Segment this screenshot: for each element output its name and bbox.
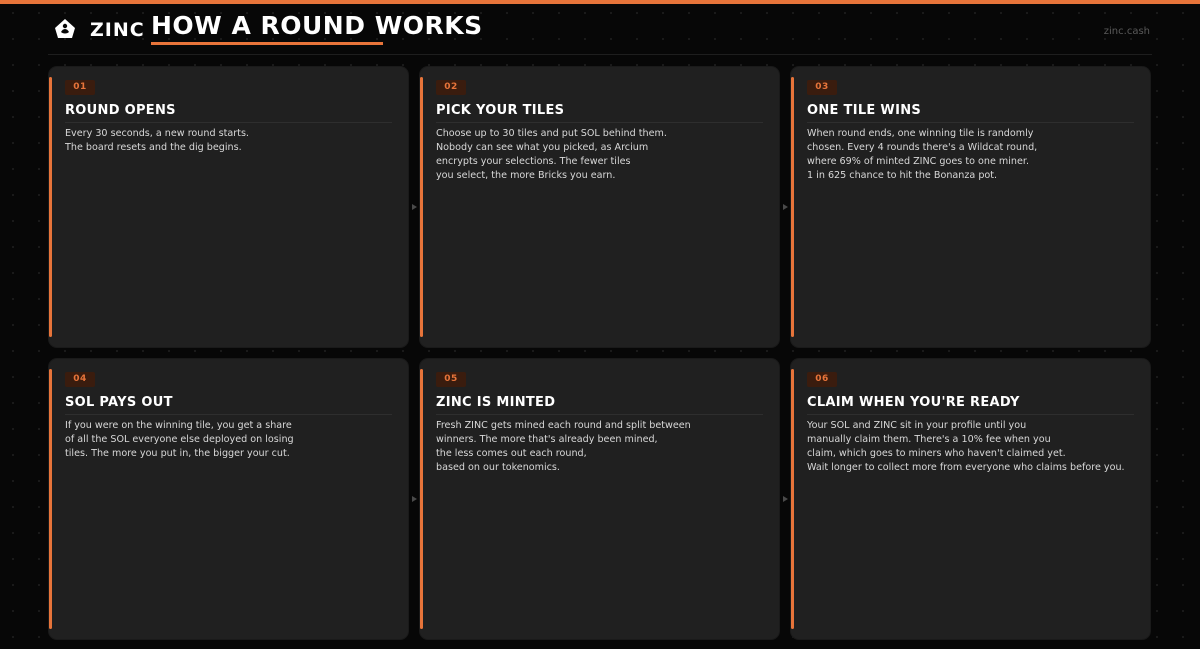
- page-title: HOW A ROUND WORKS: [151, 11, 483, 40]
- brand-name[interactable]: ZINC: [90, 19, 145, 41]
- description-line: Choose up to 30 tiles and put SOL behind…: [436, 128, 667, 139]
- step-number-badge: 01: [65, 80, 95, 95]
- description-line: Every 30 seconds, a new round starts.: [65, 128, 249, 139]
- description-line: If you were on the winning tile, you get…: [65, 420, 292, 431]
- card-accent-bar: [420, 77, 423, 337]
- step-card-5: 05 ZINC IS MINTED Fresh ZINC gets mined …: [420, 359, 779, 639]
- description-line: you select, the more Bricks you earn.: [436, 170, 616, 181]
- step-card-1: 01 ROUND OPENS Every 30 seconds, a new r…: [49, 67, 408, 347]
- step-description: Every 30 seconds, a new round starts. Th…: [65, 127, 249, 155]
- description-line: 1 in 625 chance to hit the Bonanza pot.: [807, 170, 998, 181]
- card-accent-bar: [49, 77, 52, 337]
- divider: [65, 122, 392, 123]
- description-line: manually claim them. There's a 10% fee w…: [807, 434, 1051, 445]
- step-number-badge: 04: [65, 372, 95, 387]
- card-accent-bar: [791, 369, 794, 629]
- step-title: ROUND OPENS: [65, 103, 176, 118]
- arrow-right-icon: [412, 204, 417, 210]
- step-card-4: 04 SOL PAYS OUT If you were on the winni…: [49, 359, 408, 639]
- step-title: ONE TILE WINS: [807, 103, 922, 118]
- description-line: based on our tokenomics.: [436, 462, 560, 473]
- step-card-6: 06 CLAIM WHEN YOU'RE READY Your SOL and …: [791, 359, 1150, 639]
- card-accent-bar: [49, 369, 52, 629]
- description-line: Wait longer to collect more from everyon…: [807, 462, 1125, 473]
- description-line: Your SOL and ZINC sit in your profile un…: [807, 420, 1027, 431]
- divider: [807, 414, 1134, 415]
- description-line: winners. The more that's already been mi…: [436, 434, 658, 445]
- header: ZINC HOW A ROUND WORKS zinc.cash: [48, 4, 1152, 55]
- step-number-badge: 03: [807, 80, 837, 95]
- description-line: tiles. The more you put in, the bigger y…: [65, 448, 290, 459]
- arrow-right-icon: [412, 496, 417, 502]
- description-line: encrypts your selections. The fewer tile…: [436, 156, 631, 167]
- step-description: When round ends, one winning tile is ran…: [807, 127, 1037, 183]
- step-number-badge: 06: [807, 372, 837, 387]
- description-line: Nobody can see what you picked, as Arciu…: [436, 142, 649, 153]
- divider: [807, 122, 1134, 123]
- step-number-badge: 05: [436, 372, 466, 387]
- step-card-2: 02 PICK YOUR TILES Choose up to 30 tiles…: [420, 67, 779, 347]
- description-line: The board resets and the dig begins.: [65, 142, 242, 153]
- step-number-badge: 02: [436, 80, 466, 95]
- step-title: CLAIM WHEN YOU'RE READY: [807, 395, 1020, 410]
- step-title: PICK YOUR TILES: [436, 103, 565, 118]
- description-line: where 69% of minted ZINC goes to one min…: [807, 156, 1030, 167]
- description-line: Fresh ZINC gets mined each round and spl…: [436, 420, 691, 431]
- title-underline: [151, 42, 383, 45]
- zinc-logo-icon[interactable]: [52, 16, 78, 42]
- description-line: chosen. Every 4 rounds there's a Wildcat…: [807, 142, 1038, 153]
- step-description: If you were on the winning tile, you get…: [65, 419, 294, 461]
- description-line: of all the SOL everyone else deployed on…: [65, 434, 294, 445]
- step-title: ZINC IS MINTED: [436, 395, 556, 410]
- card-accent-bar: [791, 77, 794, 337]
- card-accent-bar: [420, 369, 423, 629]
- description-line: When round ends, one winning tile is ran…: [807, 128, 1034, 139]
- description-line: claim, which goes to miners who haven't …: [807, 448, 1066, 459]
- divider: [65, 414, 392, 415]
- arrow-right-icon: [783, 204, 788, 210]
- step-description: Fresh ZINC gets mined each round and spl…: [436, 419, 691, 475]
- divider: [436, 414, 763, 415]
- site-url[interactable]: zinc.cash: [1104, 26, 1150, 37]
- arrow-right-icon: [783, 496, 788, 502]
- step-description: Your SOL and ZINC sit in your profile un…: [807, 419, 1125, 475]
- step-title: SOL PAYS OUT: [65, 395, 173, 410]
- step-card-3: 03 ONE TILE WINS When round ends, one wi…: [791, 67, 1150, 347]
- divider: [436, 122, 763, 123]
- step-description: Choose up to 30 tiles and put SOL behind…: [436, 127, 667, 183]
- description-line: the less comes out each round,: [436, 448, 587, 459]
